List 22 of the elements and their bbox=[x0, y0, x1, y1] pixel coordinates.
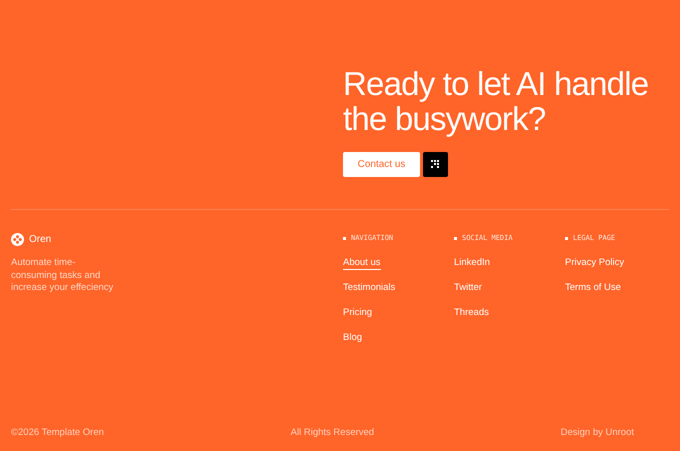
footer-link[interactable]: LinkedIn bbox=[454, 257, 490, 270]
footer-link[interactable]: Blog bbox=[343, 332, 362, 345]
footer-link[interactable]: Twitter bbox=[454, 282, 482, 295]
bullet-icon bbox=[343, 236, 346, 240]
footer-link[interactable]: Testimonials bbox=[343, 282, 396, 295]
footer-link[interactable]: Pricing bbox=[343, 307, 372, 320]
footer-link[interactable]: Terms of Use bbox=[565, 282, 621, 295]
copyright-text: ©2026 Template Oren bbox=[11, 427, 105, 438]
footer-link[interactable]: Threads bbox=[454, 307, 489, 320]
pixel-grid-icon bbox=[431, 160, 440, 169]
logo-icon bbox=[11, 233, 24, 246]
brand-tagline: Automate time-consuming tasks and increase your effeciency bbox=[11, 257, 114, 294]
contact-button[interactable]: Contact us bbox=[343, 152, 420, 177]
credit-text: Design by Unroot bbox=[560, 427, 634, 438]
brand-name: Oren bbox=[29, 234, 52, 245]
grid-button[interactable] bbox=[423, 152, 448, 177]
cta-heading: Ready to let AI handle the busywork? bbox=[343, 66, 650, 136]
rights-text: All Rights Reserved bbox=[290, 427, 376, 438]
footer-link[interactable]: Privacy Policy bbox=[565, 257, 624, 270]
bullet-icon bbox=[454, 236, 457, 240]
bullet-icon bbox=[565, 236, 568, 240]
footer-link[interactable]: About us bbox=[343, 257, 380, 270]
